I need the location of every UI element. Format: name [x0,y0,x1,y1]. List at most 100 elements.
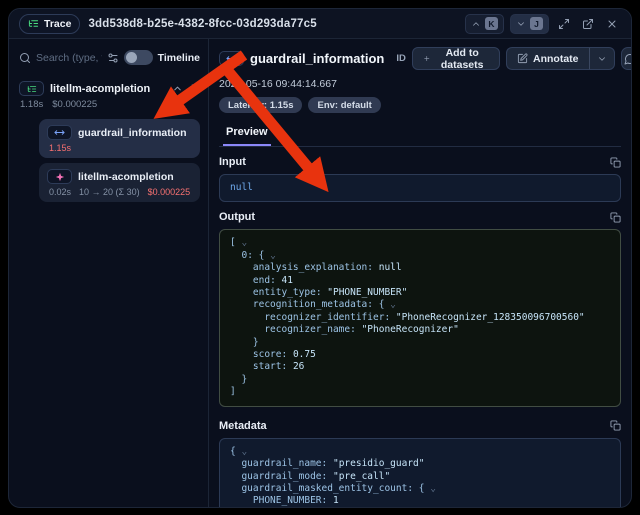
code-line: guardrail_masked_entity_count: { ⌄ [230,483,610,495]
code-token: guardrail_name [241,458,321,469]
code-line: guardrail_mode: "pre_call" [230,471,610,483]
open-in-new-button[interactable] [579,15,597,33]
code-token [230,312,264,323]
shortcut-key-k: K [485,17,498,30]
search-row: Timeline [19,50,200,65]
comment-bubble-icon [624,53,632,65]
output-json-viewer: [ ⌄ 0: { ⌄ analysis_explanation: null en… [219,229,621,406]
observation-name: litellm-acompletion [78,171,174,183]
observation-item-litellm-acompletion[interactable]: litellm-acompletion 0.02s 10 → 20 (Σ 30)… [39,163,200,202]
root-name: litellm-acompletion [50,83,150,95]
detail-tabs: Preview [219,122,621,147]
code-token [230,349,253,360]
tab-preview[interactable]: Preview [223,122,271,146]
code-token [230,250,241,261]
expand-button[interactable] [555,15,573,33]
code-token [230,262,253,273]
close-button[interactable] [603,15,621,33]
next-observation-button[interactable]: J [510,14,549,34]
code-token: start [253,361,282,372]
code-token: guardrail_mode [241,471,321,482]
output-label: Output [219,211,255,223]
add-to-datasets-button[interactable]: Add to datasets [412,47,500,70]
window-body: Timeline litellm-acompletion [9,39,631,507]
code-token: } [230,337,259,348]
generation-type-pill [47,169,72,184]
code-token: "PhoneRecognizer" [362,324,459,335]
trace-detail-window: Trace 3dd538d8-b25e-4382-8fcc-03d293da77… [8,8,632,508]
trace-tree-icon [27,84,37,94]
observation-latency: 0.02s [49,187,71,197]
collapse-chevron-icon[interactable]: ⌄ [264,250,275,261]
code-line: entity_type: "PHONE_NUMBER" [230,287,610,299]
external-link-icon [582,18,594,30]
code-token: 0.75 [293,349,316,360]
arrows-horizontal-icon [226,53,237,64]
collapse-chevron-icon[interactable]: ⌄ [425,483,436,494]
root-latency: 1.18s [20,99,43,110]
code-line: score: 0.75 [230,349,610,361]
timeline-toggle[interactable] [124,50,153,65]
metadata-section-header: Metadata [219,420,621,432]
code-token [230,361,253,372]
observation-title-row: litellm-acompletion [47,169,192,184]
code-line: PHONE_NUMBER: 1 [230,495,610,507]
metadata-json-viewer: { ⌄ guardrail_name: "presidio_guard" gua… [219,438,621,508]
code-token: recognition_metadata [253,299,367,310]
code-line: null [230,182,610,194]
shortcut-key-j: J [530,17,543,30]
code-token [230,471,241,482]
toggle-knob [126,52,137,63]
code-token: recognizer_name [264,324,350,335]
root-metrics: 1.18s $0.000225 [20,99,200,110]
annotate-dropdown-button[interactable] [590,47,615,70]
input-label: Input [219,156,246,168]
code-token: : [316,287,327,298]
code-token: : [282,349,293,360]
code-token: : [350,324,361,335]
close-icon [606,18,618,30]
chevron-up-icon[interactable] [172,83,183,94]
search-input[interactable] [36,52,102,64]
code-token: : [322,495,333,506]
prev-observation-button[interactable]: K [465,14,504,34]
code-token [230,299,253,310]
observation-cost: $0.000225 [148,187,191,197]
badges-row: Latency: 1.15s Env: default [219,97,621,113]
observation-timestamp: 2025-05-16 09:44:14.667 [219,78,621,90]
output-section: Output [ ⌄ 0: { ⌄ analysis_explanation: … [219,211,621,406]
annotate-label: Annotate [533,53,579,65]
sparkle-icon [55,172,65,182]
maximize-icon [558,18,570,30]
code-token: : [367,262,378,273]
add-to-datasets-label: Add to datasets [435,47,489,71]
annotate-button[interactable]: Annotate [506,47,590,70]
code-token: PHONE_NUMBER [253,495,322,506]
copy-input-icon[interactable] [610,157,621,168]
code-token: "pre_call" [333,471,390,482]
code-line: { ⌄ [230,446,610,458]
observation-title-row: guardrail_information [47,125,192,140]
code-token [230,287,253,298]
tree-root-litellm-acompletion[interactable]: litellm-acompletion [19,81,200,96]
collapse-chevron-icon[interactable]: ⌄ [236,237,247,248]
observation-metrics: 1.15s [49,143,192,153]
topbar-actions: K J [465,14,621,34]
filter-sliders-icon[interactable] [107,52,119,64]
env-badge: Env: default [308,97,380,113]
chevron-down-icon [597,54,607,64]
code-token: } [230,374,247,385]
collapse-chevron-icon[interactable]: ⌄ [236,446,247,457]
root-cost: $0.000225 [52,99,97,110]
copy-output-icon[interactable] [610,212,621,223]
collapse-chevron-icon[interactable]: ⌄ [384,299,395,310]
copy-metadata-icon[interactable] [610,420,621,431]
code-line: ] [230,386,610,398]
code-line: [ ⌄ [230,237,610,249]
collapse-all-icon[interactable] [189,83,200,94]
trace-type-pill [19,81,44,96]
observation-item-guardrail-information[interactable]: guardrail_information 1.15s [39,119,200,158]
tree-controls [172,83,200,94]
comments-button[interactable] [621,47,632,70]
code-token: : [322,471,333,482]
